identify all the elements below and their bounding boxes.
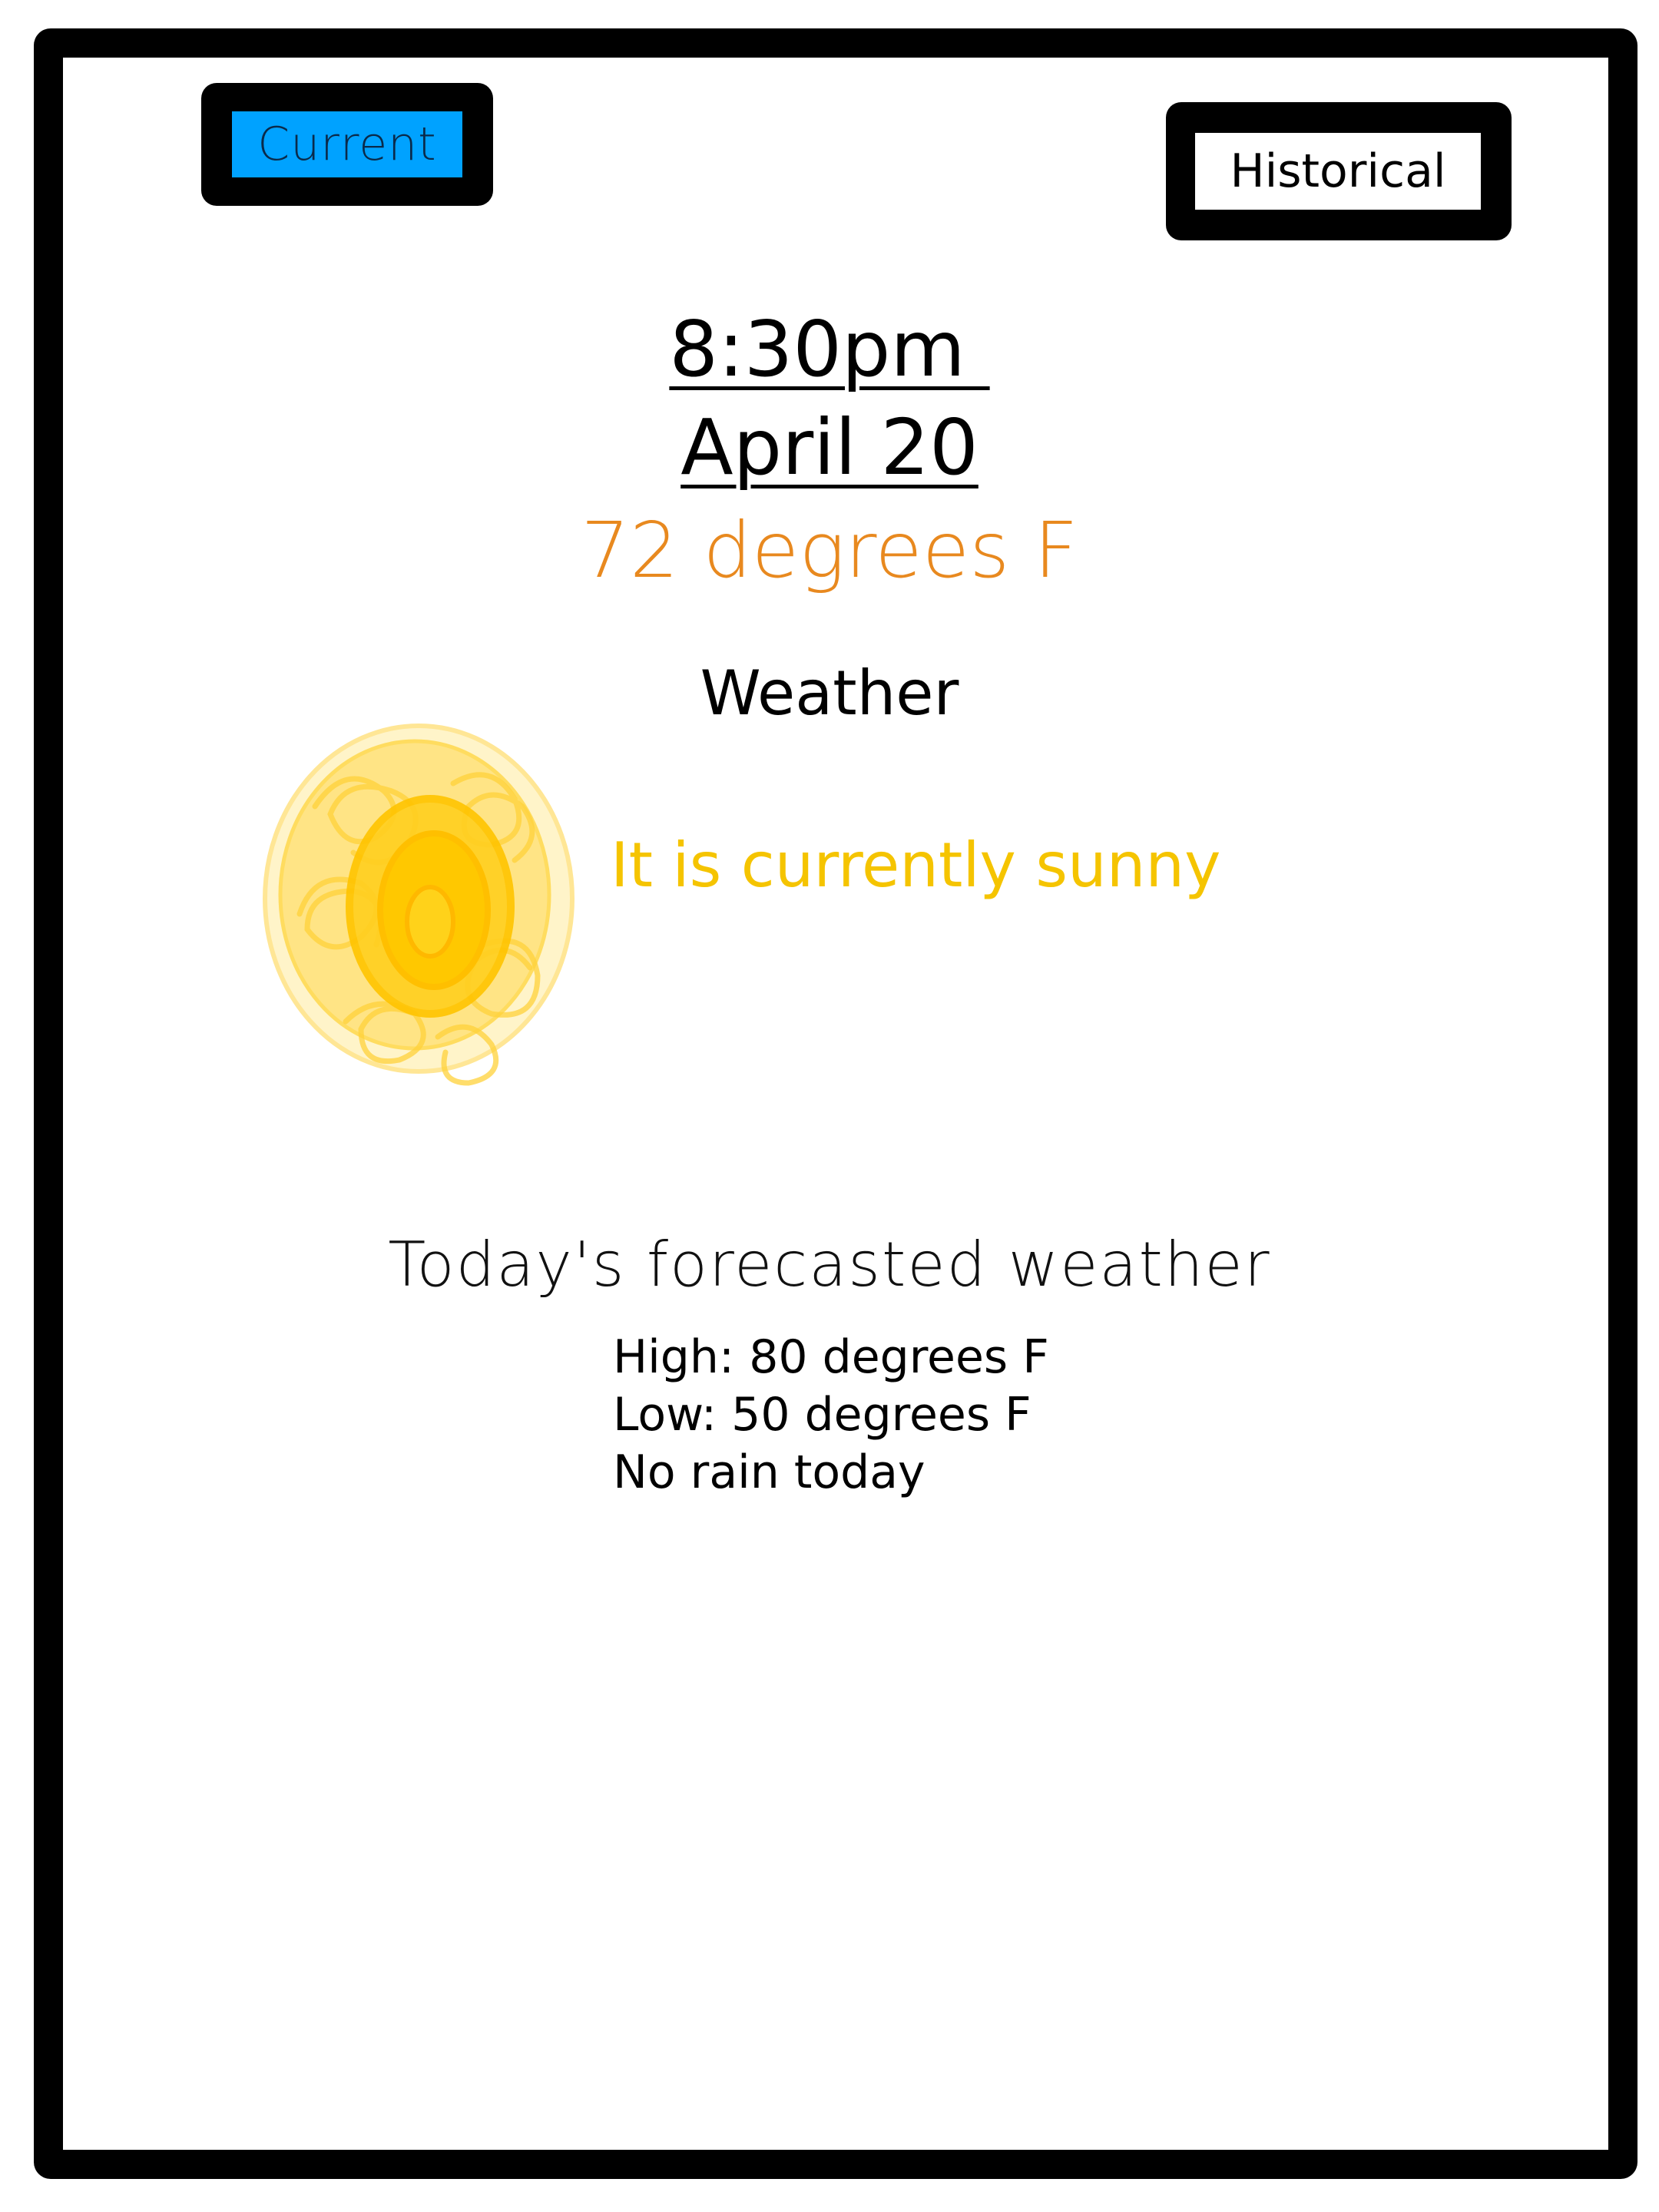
tab-current-frame: Current bbox=[201, 83, 493, 206]
tab-current[interactable]: Current bbox=[232, 111, 462, 177]
condition-text: It is currently sunny bbox=[611, 830, 1221, 901]
weather-heading: Weather bbox=[700, 657, 959, 729]
sun-icon bbox=[263, 724, 575, 1086]
forecast-rain: No rain today bbox=[613, 1445, 926, 1499]
current-date: April 20 bbox=[680, 402, 979, 492]
tab-historical-frame: Historical bbox=[1166, 102, 1512, 240]
forecast-heading: Today's forecasted weather bbox=[388, 1229, 1271, 1300]
forecast-low: Low: 50 degrees F bbox=[613, 1388, 1031, 1442]
forecast-details: High: 80 degrees F Low: 50 degrees F No … bbox=[613, 1329, 1049, 1502]
current-time: 8:30pm bbox=[669, 304, 990, 394]
forecast-high: High: 80 degrees F bbox=[613, 1330, 1049, 1384]
tab-historical[interactable]: Historical bbox=[1195, 133, 1481, 210]
current-temperature: 72 degrees F bbox=[581, 505, 1078, 595]
